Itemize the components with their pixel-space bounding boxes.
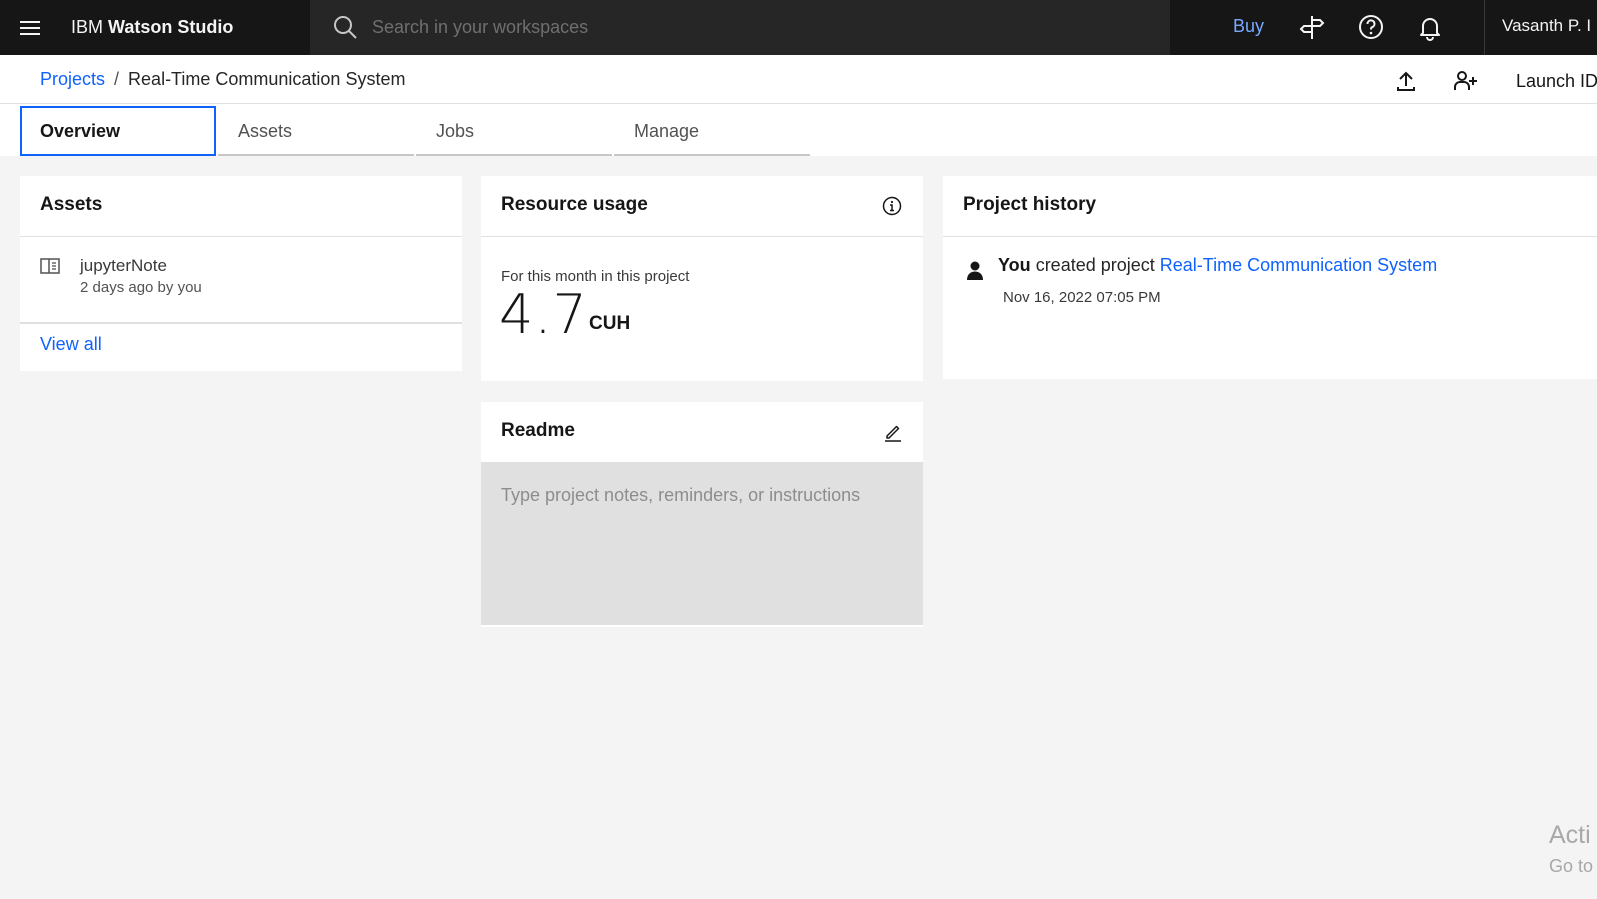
launch-ide-button[interactable]: Launch ID [1516, 69, 1597, 93]
breadcrumb-projects-link[interactable]: Projects [40, 69, 105, 89]
assets-card: Assets jupyterNote 2 days ago by you Vie… [20, 176, 462, 371]
buy-link[interactable]: Buy [1233, 13, 1264, 39]
divider [20, 322, 462, 324]
activation-watermark: Acti Go to [1549, 820, 1593, 878]
history-action: created project [1035, 255, 1155, 275]
search-input[interactable]: Search in your workspaces [372, 14, 588, 40]
watermark-line2: Go to [1549, 856, 1594, 876]
project-history-title: Project history [963, 194, 1097, 215]
watermark-line1: Acti [1549, 821, 1591, 849]
top-navigation-bar: IBM Watson Studio Search in your workspa… [0, 0, 1597, 55]
notification-icon[interactable] [1415, 12, 1445, 42]
help-icon[interactable] [1356, 12, 1386, 42]
history-timestamp: Nov 16, 2022 07:05 PM [1003, 289, 1161, 306]
assets-card-title: Assets [40, 194, 103, 215]
tab-overview[interactable]: Overview [20, 106, 216, 156]
resource-usage-card: Resource usage For this month in this pr… [481, 176, 923, 381]
history-text: You created project Real-Time Communicat… [998, 253, 1437, 277]
view-all-link[interactable]: View all [40, 332, 102, 356]
search-bar[interactable]: Search in your workspaces [310, 0, 1170, 55]
edit-icon[interactable] [883, 422, 903, 442]
readme-placeholder: Type project notes, reminders, or instru… [501, 485, 861, 505]
brand-name: Watson Studio [108, 17, 234, 37]
upload-icon[interactable] [1393, 68, 1419, 94]
tab-assets[interactable]: Assets [218, 106, 414, 156]
asset-name[interactable]: jupyterNote [80, 254, 167, 278]
user-icon [967, 261, 983, 280]
signpost-icon[interactable] [1297, 12, 1327, 42]
readme-textarea[interactable]: Type project notes, reminders, or instru… [481, 462, 923, 625]
resource-usage-unit: CUH [589, 313, 631, 334]
project-header: Projects / Real-Time Communication System … [0, 55, 1597, 104]
tab-jobs[interactable]: Jobs [416, 106, 612, 156]
history-actor: You [998, 255, 1031, 275]
asset-meta: 2 days ago by you [80, 279, 202, 296]
breadcrumb-current: Real-Time Communication System [128, 69, 406, 89]
brand-prefix: IBM [71, 17, 104, 37]
tab-manage[interactable]: Manage [614, 106, 810, 156]
notebook-icon [40, 258, 60, 274]
menu-icon[interactable] [16, 14, 44, 42]
history-project-link[interactable]: Real-Time Communication System [1160, 255, 1437, 275]
readme-card: Readme Type project notes, reminders, or… [481, 402, 923, 627]
readme-title: Readme [501, 420, 575, 441]
project-tabs: Overview Assets Jobs Manage [0, 104, 1597, 156]
divider [943, 236, 1597, 237]
add-collaborator-icon[interactable] [1452, 68, 1478, 94]
info-icon[interactable] [882, 196, 902, 216]
app-brand[interactable]: IBM Watson Studio [71, 14, 233, 40]
user-menu[interactable]: Vasanth P. I [1502, 13, 1591, 39]
breadcrumb: Projects / Real-Time Communication System [40, 67, 405, 91]
breadcrumb-separator: / [114, 69, 120, 89]
divider [481, 236, 923, 237]
search-icon[interactable] [332, 14, 358, 40]
resource-usage-title: Resource usage [501, 194, 648, 215]
user-divider [1484, 0, 1485, 55]
resource-usage-value: 4.7 [499, 283, 588, 346]
divider [20, 236, 462, 237]
project-history-card: Project history You created project Real… [943, 176, 1597, 379]
